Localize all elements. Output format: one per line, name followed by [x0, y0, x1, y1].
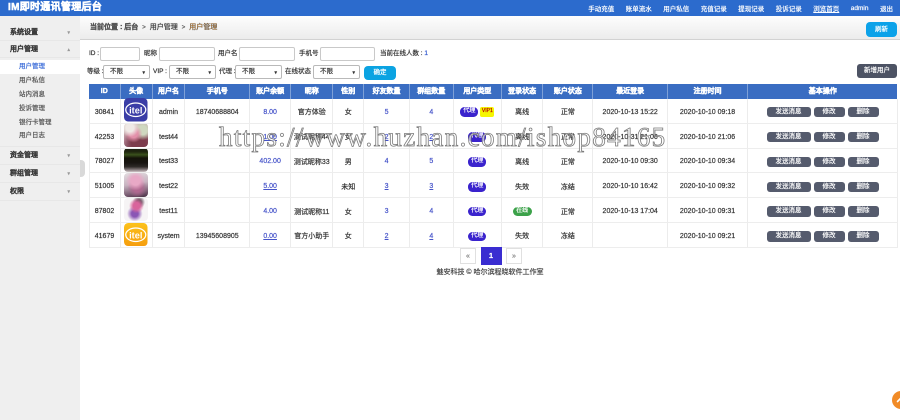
svg-text:itel: itel [130, 106, 143, 116]
svg-text:itel: itel [130, 230, 143, 240]
